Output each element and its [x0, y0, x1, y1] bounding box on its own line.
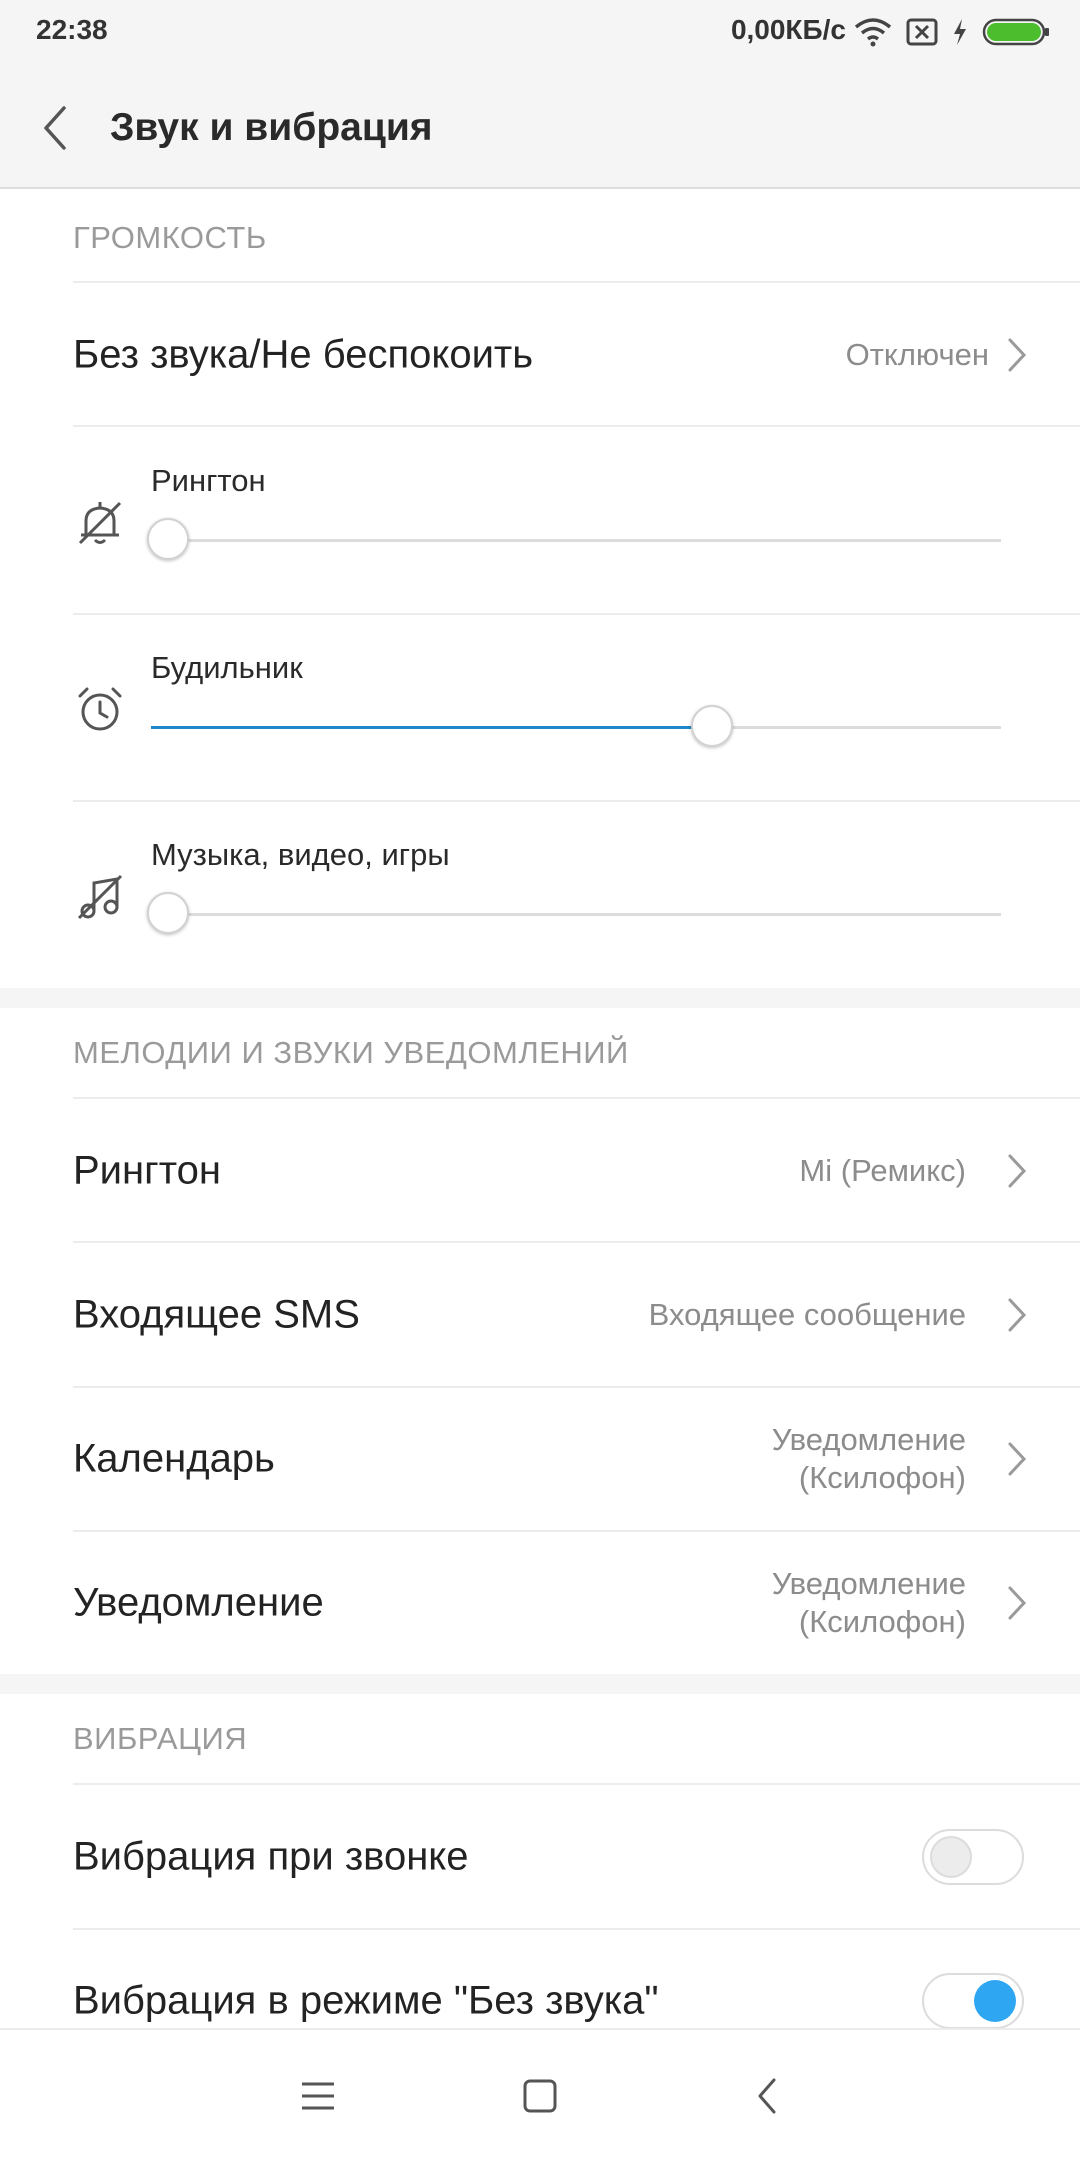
- alarm-volume-slider[interactable]: [151, 704, 1001, 752]
- slider-thumb[interactable]: [147, 892, 189, 934]
- slider-fill: [151, 726, 712, 729]
- section-header-sounds: МЕЛОДИИ И ЗВУКИ УВЕДОМЛЕНИЙ: [73, 1035, 629, 1070]
- section-gap: [0, 988, 1080, 1008]
- bell-muted-icon: [78, 501, 122, 545]
- network-speed: 0,00КБ/с: [730, 14, 846, 45]
- vibrate-on-ring-label: Вибрация при звонке: [73, 1834, 469, 1879]
- section-header-vibration: ВИБРАЦИЯ: [73, 1721, 248, 1756]
- silent-mode-row[interactable]: Без звука/Не беспокоить Отключен: [0, 283, 1080, 427]
- slider-track: [151, 913, 1001, 916]
- chevron-right-icon: [1008, 338, 1027, 372]
- notification-row[interactable]: Уведомление Уведомление (Ксилофон): [0, 1531, 1080, 1675]
- battery-icon: [982, 18, 1049, 46]
- notification-value: Уведомление (Ксилофон): [772, 1565, 966, 1641]
- chevron-right-icon: [1008, 1298, 1027, 1332]
- calendar-value-line1: Уведомление: [771, 1422, 966, 1457]
- chevron-right-icon: [1008, 1442, 1027, 1476]
- vibrate-silent-toggle[interactable]: [922, 1973, 1024, 2029]
- notification-value-line1: Уведомление: [771, 1566, 966, 1601]
- alarm-clock-icon: [78, 687, 122, 731]
- status-icons: [854, 12, 1050, 52]
- alarm-volume-row: Будильник: [0, 614, 1080, 800]
- toggle-knob: [974, 1980, 1016, 2022]
- status-time: 22:38: [36, 14, 108, 45]
- no-sim-icon: [906, 18, 938, 46]
- vibrate-on-ring-toggle[interactable]: [922, 1829, 1024, 1885]
- calendar-row[interactable]: Календарь Уведомление (Ксилофон): [0, 1387, 1080, 1531]
- incoming-sms-row[interactable]: Входящее SMS Входящее сообщение: [0, 1243, 1080, 1387]
- navigation-bar: [0, 2028, 1080, 2160]
- title-bar: Звук и вибрация: [0, 66, 1080, 189]
- ringtone-volume-slider[interactable]: [147, 517, 1001, 565]
- incoming-sms-value: Входящее сообщение: [648, 1297, 966, 1332]
- slider-thumb[interactable]: [691, 705, 733, 747]
- notification-label: Уведомление: [73, 1580, 324, 1625]
- chevron-right-icon: [1008, 1586, 1027, 1620]
- vibrate-on-ring-row[interactable]: Вибрация при звонке: [0, 1785, 1080, 1929]
- home-icon[interactable]: [510, 2066, 570, 2126]
- slider-thumb[interactable]: [147, 518, 189, 560]
- incoming-sms-label: Входящее SMS: [73, 1292, 360, 1337]
- notification-value-line2: (Ксилофон): [798, 1604, 966, 1639]
- ringtone-row[interactable]: Рингтон Mi (Ремикс): [0, 1099, 1080, 1243]
- menu-icon[interactable]: [288, 2066, 348, 2126]
- slider-track: [151, 539, 1001, 542]
- ringtone-label: Рингтон: [73, 1148, 221, 1193]
- ringtone-volume-row: Рингтон: [0, 427, 1080, 613]
- media-volume-row: Музыка, видео, игры: [0, 801, 1080, 987]
- back-icon[interactable]: [738, 2066, 798, 2126]
- calendar-value: Уведомление (Ксилофон): [772, 1421, 966, 1497]
- section-header-volume: ГРОМКОСТЬ: [73, 220, 267, 255]
- vibrate-silent-label: Вибрация в режиме "Без звука": [73, 1978, 659, 2023]
- music-muted-icon: [77, 874, 123, 920]
- alarm-volume-label: Будильник: [151, 650, 303, 685]
- section-gap: [0, 1674, 1080, 1694]
- media-volume-slider[interactable]: [147, 891, 1001, 939]
- calendar-label: Календарь: [73, 1436, 275, 1481]
- page-title: Звук и вибрация: [110, 106, 433, 149]
- toggle-knob: [930, 1836, 972, 1878]
- ringtone-value: Mi (Ремикс): [799, 1153, 966, 1188]
- charging-icon: [954, 19, 966, 45]
- media-volume-label: Музыка, видео, игры: [151, 837, 450, 872]
- status-bar: 22:38 0,00КБ/с: [0, 0, 1080, 66]
- silent-mode-label: Без звука/Не беспокоить: [73, 332, 534, 377]
- back-arrow-icon[interactable]: [36, 102, 76, 154]
- ringtone-volume-label: Рингтон: [151, 463, 266, 498]
- calendar-value-line2: (Ксилофон): [798, 1460, 966, 1495]
- chevron-right-icon: [1008, 1154, 1027, 1188]
- wifi-icon: [854, 18, 892, 47]
- silent-mode-value: Отключен: [845, 337, 989, 372]
